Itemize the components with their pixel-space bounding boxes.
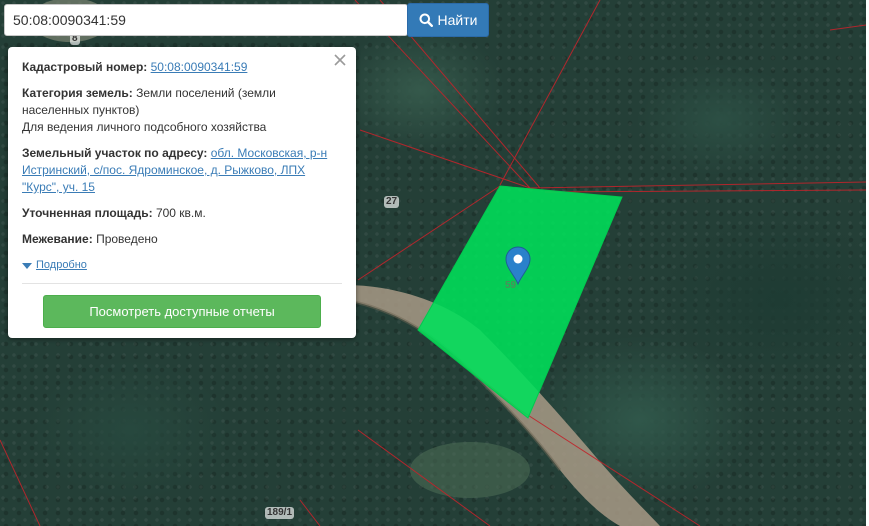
search-button-label: Найти <box>437 12 478 28</box>
survey-row: Межевание: Проведено <box>22 231 342 248</box>
plot-label-189-1: 189/1 <box>265 507 295 519</box>
view-reports-button[interactable]: Посмотреть доступные отчеты <box>43 295 321 328</box>
details-toggle[interactable]: Подробно <box>22 257 342 274</box>
area-row: Уточненная площадь: 700 кв.м. <box>22 205 342 222</box>
cadastral-number-row: Кадастровый номер: 50:08:0090341:59 <box>22 59 342 76</box>
survey-label: Межевание: <box>22 232 93 246</box>
popup-divider <box>22 283 342 284</box>
land-category-row: Категория земель: Земли поселений (земли… <box>22 85 342 136</box>
marker-plot-label: 59 <box>505 280 517 291</box>
highlighted-parcel[interactable] <box>417 185 623 419</box>
area-value: 700 кв.м. <box>155 206 206 220</box>
plot-label-27: 27 <box>384 196 400 208</box>
close-icon[interactable] <box>333 53 347 67</box>
caret-down-icon <box>22 262 32 269</box>
details-link[interactable]: Подробно <box>36 257 87 274</box>
search-button[interactable]: Найти <box>407 3 489 37</box>
cadastral-number-link[interactable]: 50:08:0090341:59 <box>151 60 248 74</box>
land-usage-value: Для ведения личного подсобного хозяйства <box>22 120 267 134</box>
survey-value: Проведено <box>96 232 158 246</box>
address-row: Земельный участок по адресу: обл. Москов… <box>22 145 342 196</box>
land-category-label: Категория земель: <box>22 86 133 100</box>
parcel-info-popup: Кадастровый номер: 50:08:0090341:59 Кате… <box>8 47 356 338</box>
cadastral-search-input[interactable] <box>4 4 408 36</box>
meadow-patch <box>410 442 530 498</box>
cadastral-number-label: Кадастровый номер: <box>22 60 148 74</box>
area-label: Уточненная площадь: <box>22 206 153 220</box>
search-icon <box>419 13 433 27</box>
address-label: Земельный участок по адресу: <box>22 146 208 160</box>
